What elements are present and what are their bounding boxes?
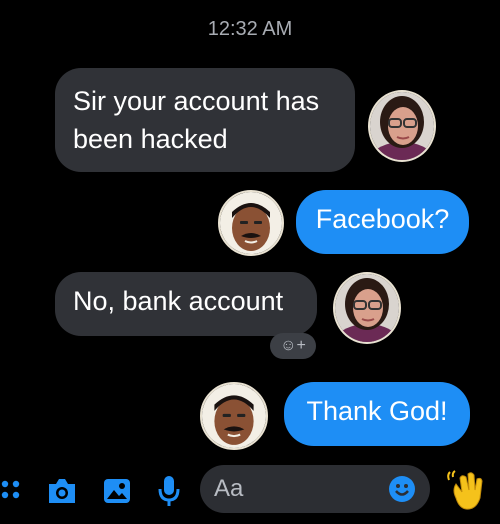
contact-avatar[interactable] — [333, 272, 401, 344]
contact-avatar[interactable] — [368, 90, 436, 162]
message-input-placeholder: Aa — [214, 475, 244, 502]
emoji-icon[interactable] — [388, 475, 416, 503]
incoming-message-bubble[interactable]: Sir your account has been hacked — [55, 68, 355, 172]
message-timestamp: 12:32 AM — [207, 18, 293, 40]
outgoing-message-bubble[interactable]: Facebook? — [296, 190, 469, 254]
man-avatar-icon — [202, 384, 266, 448]
message-text: Sir your account has been hacked — [73, 86, 320, 154]
message-text: Thank God! — [306, 396, 448, 426]
man-avatar-icon — [220, 192, 282, 254]
message-input[interactable]: Aa — [200, 465, 430, 513]
add-reaction-button[interactable]: ☺+ — [270, 333, 316, 359]
user-avatar[interactable] — [200, 382, 268, 450]
apps-icon[interactable] — [0, 478, 24, 502]
camera-icon[interactable] — [46, 476, 78, 506]
user-avatar[interactable] — [218, 190, 284, 256]
microphone-icon[interactable] — [156, 474, 182, 508]
smiley-plus-icon: ☺+ — [280, 337, 306, 354]
woman-avatar-icon — [335, 274, 399, 342]
outgoing-message-bubble[interactable]: Thank God! — [284, 382, 470, 446]
message-text: No, bank account — [73, 286, 284, 316]
woman-avatar-icon — [370, 92, 434, 160]
wave-icon[interactable] — [446, 468, 488, 512]
incoming-message-bubble[interactable]: No, bank account — [55, 272, 317, 336]
message-text: Facebook? — [315, 204, 450, 234]
gallery-icon[interactable] — [102, 477, 132, 505]
